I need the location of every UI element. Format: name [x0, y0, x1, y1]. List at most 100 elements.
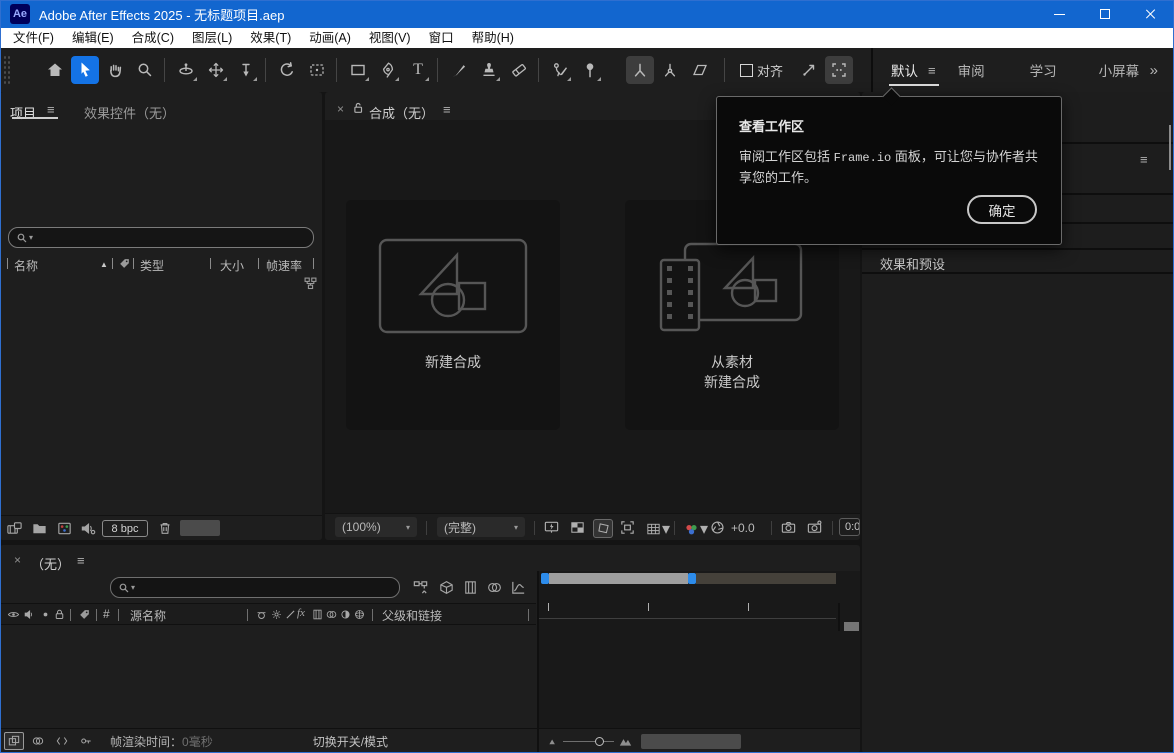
- lock-icon[interactable]: [351, 101, 365, 115]
- shy-icon[interactable]: [255, 608, 268, 621]
- trash-icon[interactable]: [157, 520, 173, 536]
- timeline-panel-menu-icon[interactable]: ≡: [77, 553, 85, 568]
- fast-preview-icon[interactable]: [543, 519, 560, 536]
- menu-item-1[interactable]: 编辑(E): [63, 28, 123, 48]
- grid-guides-icon[interactable]: ▾: [645, 519, 670, 539]
- work-area-end-handle[interactable]: [688, 573, 696, 584]
- layer-switches-pane-toggle[interactable]: [4, 732, 24, 750]
- new-composition-card[interactable]: 新建合成: [346, 200, 560, 430]
- brush-tool[interactable]: [445, 56, 473, 84]
- column-header-framerate[interactable]: 帧速率: [266, 257, 302, 274]
- shared-view-button[interactable]: [795, 56, 823, 84]
- adjustment-layer-icon[interactable]: [339, 608, 352, 621]
- bit-depth-button[interactable]: 8 bpc: [102, 520, 148, 537]
- exposure-value[interactable]: +0.0: [731, 521, 755, 535]
- menu-item-8[interactable]: 帮助(H): [463, 28, 523, 48]
- column-header-size[interactable]: 大小: [220, 257, 244, 274]
- render-time-pane-toggle[interactable]: [76, 732, 96, 750]
- mini-flowchart-icon[interactable]: [412, 579, 429, 596]
- puppet-pin-tool[interactable]: [576, 56, 604, 84]
- motion-blur-icon[interactable]: [325, 608, 338, 621]
- close-button[interactable]: [1128, 0, 1174, 28]
- column-header-source-name[interactable]: 源名称: [130, 607, 166, 624]
- text-tool[interactable]: T: [404, 56, 432, 84]
- work-area-inactive-track[interactable]: [696, 573, 836, 584]
- menu-item-4[interactable]: 效果(T): [241, 28, 300, 48]
- timeline-search-input[interactable]: [145, 579, 391, 596]
- transparency-grid-icon[interactable]: [569, 519, 586, 536]
- project-panel-menu-icon[interactable]: ≡: [47, 102, 55, 117]
- project-search-input[interactable]: [43, 229, 303, 246]
- eraser-tool[interactable]: [505, 56, 533, 84]
- project-search-box[interactable]: ▾: [8, 227, 314, 248]
- frame-blend-icon[interactable]: [311, 608, 324, 621]
- tag-icon[interactable]: [118, 257, 131, 270]
- solo-icon[interactable]: [39, 608, 52, 621]
- work-area-active-track[interactable]: [549, 573, 688, 584]
- rectangle-tool[interactable]: [344, 56, 372, 84]
- pan-camera-tool[interactable]: [202, 56, 230, 84]
- project-scrollbar-thumb[interactable]: [180, 520, 220, 536]
- tab-project[interactable]: 项目: [10, 103, 36, 123]
- quality-icon[interactable]: [284, 608, 297, 621]
- maximize-button[interactable]: [1082, 0, 1128, 28]
- menu-item-6[interactable]: 视图(V): [360, 28, 420, 48]
- snapshot-camera-icon[interactable]: [780, 519, 797, 536]
- menu-item-3[interactable]: 图层(L): [183, 28, 241, 48]
- collapse-icon[interactable]: [270, 608, 283, 621]
- column-header-type[interactable]: 类型: [140, 257, 164, 274]
- timecode-display[interactable]: 0:0: [839, 518, 860, 536]
- region-of-interest-icon[interactable]: [619, 519, 636, 536]
- timeline-tab-close-icon[interactable]: ×: [14, 553, 21, 567]
- view-axis-mode[interactable]: [686, 56, 714, 84]
- world-axis-mode[interactable]: [656, 56, 684, 84]
- column-header-name[interactable]: 名称: [14, 257, 38, 274]
- draft-3d-icon[interactable]: [438, 579, 455, 596]
- hand-tool[interactable]: [101, 56, 129, 84]
- effects-presets-tab[interactable]: 效果和预设: [880, 254, 945, 273]
- fx-icon[interactable]: fx: [297, 607, 305, 619]
- transfer-controls-pane-toggle[interactable]: [28, 732, 48, 750]
- search-options-caret-icon[interactable]: ▾: [29, 233, 33, 242]
- comp-panel-menu-icon[interactable]: ≡: [443, 102, 451, 117]
- sort-ascending-icon[interactable]: ▲: [100, 260, 108, 269]
- workspace-tab-learn[interactable]: 学习: [1030, 48, 1057, 92]
- local-axis-mode[interactable]: [626, 56, 654, 84]
- project-flowchart-icon[interactable]: [303, 276, 318, 291]
- orbit-camera-tool[interactable]: [172, 56, 200, 84]
- tab-effect-controls[interactable]: 效果控件（无）: [84, 103, 175, 123]
- column-header-index[interactable]: #: [103, 607, 110, 621]
- workspace-tab-small-screen[interactable]: 小屏幕: [1099, 48, 1140, 92]
- home-button[interactable]: [41, 56, 69, 84]
- new-folder-icon[interactable]: [31, 520, 48, 537]
- clone-stamp-tool[interactable]: [475, 56, 503, 84]
- selection-tool[interactable]: [71, 56, 99, 84]
- toolbar-grip[interactable]: [3, 55, 11, 85]
- workspace-overflow-button[interactable]: »: [1150, 62, 1156, 79]
- zoom-slider-track[interactable]: [604, 741, 614, 742]
- right-panel-menu-icon[interactable]: ≡: [1140, 152, 1148, 167]
- workspace-tab-review[interactable]: 审阅: [958, 48, 985, 92]
- composition-profiler-button[interactable]: [825, 56, 853, 84]
- dolly-camera-tool[interactable]: [232, 56, 260, 84]
- minimize-button[interactable]: [1036, 0, 1082, 28]
- tooltip-ok-button[interactable]: 确定: [967, 195, 1037, 224]
- column-header-parent-link[interactable]: 父级和链接: [382, 607, 442, 624]
- 3d-layer-icon[interactable]: [353, 608, 366, 621]
- in-out-duration-pane-toggle[interactable]: [52, 732, 72, 750]
- motion-blur-icon[interactable]: [486, 579, 503, 596]
- zoom-tool[interactable]: [131, 56, 159, 84]
- timeline-h-scrollbar-thumb[interactable]: [641, 734, 741, 749]
- right-panel-scrollbar[interactable]: [1169, 125, 1171, 170]
- work-area-start-handle[interactable]: [541, 573, 549, 584]
- timeline-track-area[interactable]: [539, 631, 860, 728]
- resolution-dropdown[interactable]: (完整)▾: [437, 517, 525, 537]
- workspace-menu-icon[interactable]: ≡: [928, 63, 936, 78]
- graph-editor-icon[interactable]: [510, 579, 527, 596]
- roto-brush-tool[interactable]: [546, 56, 574, 84]
- new-composition-icon[interactable]: [56, 520, 73, 537]
- eye-icon[interactable]: [7, 608, 20, 621]
- timeline-tab-label[interactable]: （无）: [31, 554, 70, 573]
- zoom-slider-track[interactable]: [563, 741, 595, 742]
- channel-rgb-icon[interactable]: ▾: [683, 519, 708, 539]
